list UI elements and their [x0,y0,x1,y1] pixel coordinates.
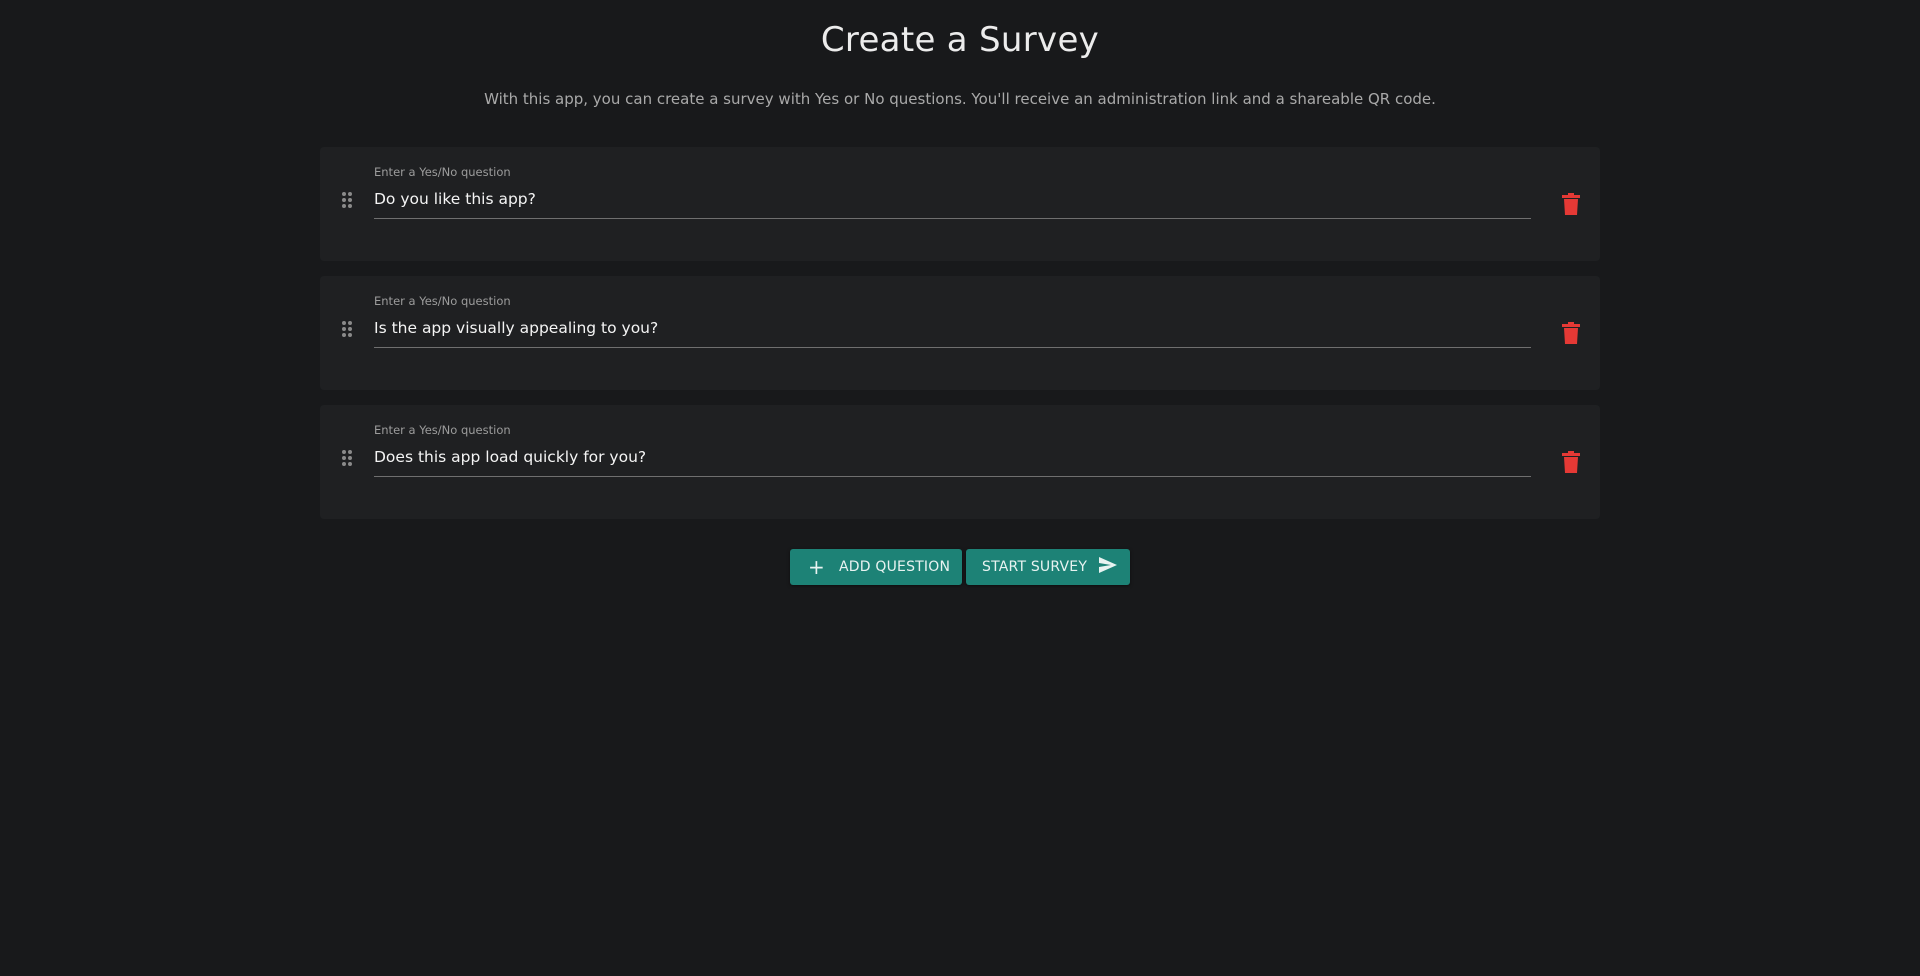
add-question-button[interactable]: + ADD QUESTION [790,549,962,585]
drag-handle-icon[interactable] [341,191,353,209]
start-survey-label: START SURVEY [982,559,1088,575]
question-field-label: Enter a Yes/No question [374,294,511,308]
question-card: Enter a Yes/No question [320,147,1600,261]
question-input[interactable] [374,315,1531,348]
survey-page: Create a Survey With this app, you can c… [0,0,1920,976]
question-input[interactable] [374,444,1531,477]
trash-icon[interactable] [1561,322,1581,344]
drag-handle-icon[interactable] [341,320,353,338]
drag-handle-icon[interactable] [341,449,353,467]
question-field-label: Enter a Yes/No question [374,423,511,437]
send-icon [1099,557,1118,577]
start-survey-button[interactable]: START SURVEY [966,549,1130,585]
trash-icon[interactable] [1561,451,1581,473]
page-subtitle: With this app, you can create a survey w… [484,90,1436,108]
question-field: Enter a Yes/No question [374,294,1531,348]
question-field-label: Enter a Yes/No question [374,165,511,179]
page-title: Create a Survey [820,20,1100,60]
trash-icon[interactable] [1561,193,1581,215]
question-input[interactable] [374,186,1531,219]
question-field: Enter a Yes/No question [374,165,1531,219]
add-question-label: ADD QUESTION [838,559,951,575]
plus-icon: + [808,555,825,579]
question-card: Enter a Yes/No question [320,405,1600,519]
question-card: Enter a Yes/No question [320,276,1600,390]
question-list: Enter a Yes/No question Ente [320,147,1600,534]
question-field: Enter a Yes/No question [374,423,1531,477]
action-bar: + ADD QUESTION START SURVEY [790,549,1130,585]
